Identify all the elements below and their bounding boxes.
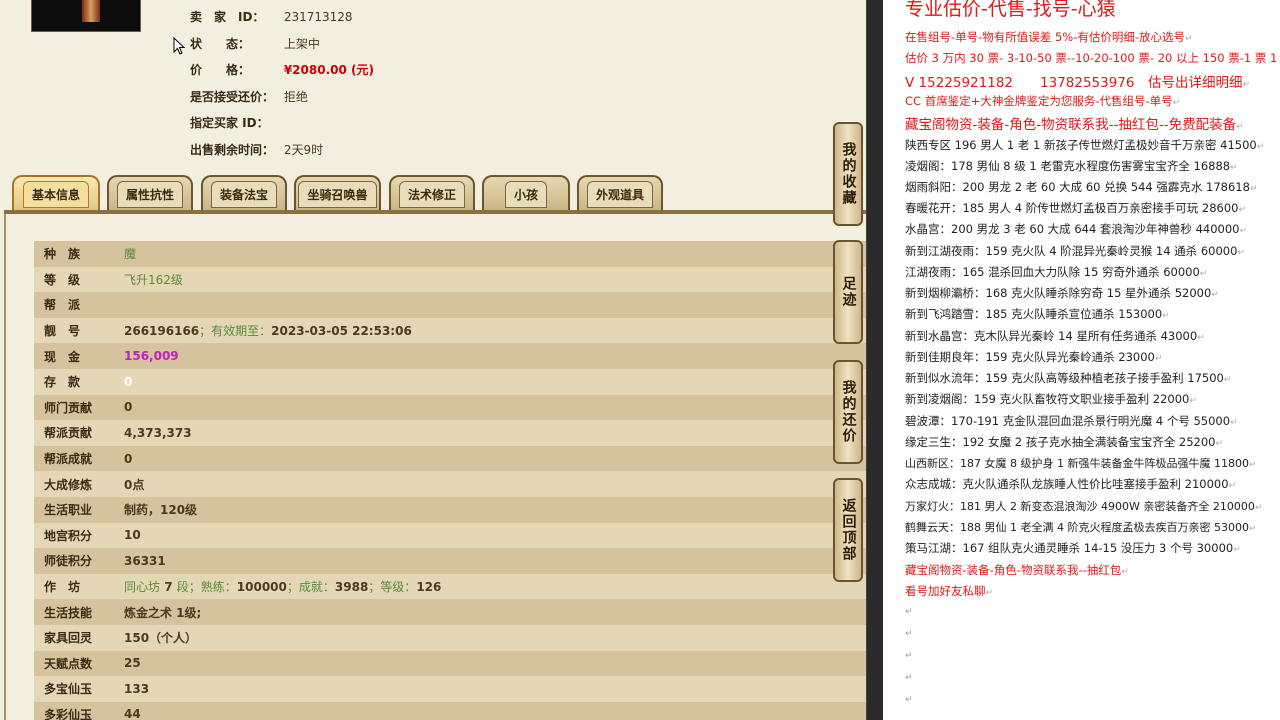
doc-line: 估价 3 万内 30 票- 3-10-50 票--10-20-100 票- 20…	[905, 51, 1280, 65]
window-divider	[866, 0, 883, 720]
empty-paragraph: ↵	[905, 607, 913, 617]
price-row: 价 格： ¥2080.00 (元)	[190, 61, 374, 78]
doc-line: V 15225921182 13782553976 估号出详细明细↵	[905, 75, 1251, 91]
tab-basic-info[interactable]: 基本信息	[12, 175, 100, 211]
doc-line: 藏宝阁物资-装备-角色-物资联系我--抽红包--免费配装备↵	[905, 117, 1244, 133]
time-left-value: 2天9时	[283, 143, 324, 157]
table-row: 帮 派	[34, 292, 866, 318]
back-to-top-button[interactable]: 返回顶部	[833, 478, 863, 582]
doc-line: 新到水晶宫：克木队异光秦岭 14 星所有任务通杀 43000↵	[905, 329, 1205, 343]
screen: 卖 家 ID： 231713128 状 态： 上架中 价 格： ¥2080.00…	[0, 0, 1280, 720]
buyer-id-label: 指定买家 ID：	[190, 116, 269, 130]
doc-line: 江湖夜雨：165 混杀回血大力队除 15 穷奇外通杀 60000↵	[905, 265, 1208, 279]
mouse-cursor-icon	[173, 37, 185, 55]
trade-panel: 卖 家 ID： 231713128 状 态： 上架中 价 格： ¥2080.00…	[0, 0, 866, 720]
table-row: 作 坊 同心坊 7 段；熟练：100000；成就：3988；等级：126	[34, 573, 866, 600]
price-label: 价 格：	[190, 63, 251, 77]
table-row: 生活技能 炼金之术 1级;	[34, 599, 866, 625]
my-favorites-button[interactable]: 我的收藏	[833, 122, 863, 226]
doc-line: 新到佳期良年：159 克火队异光秦岭通杀 23000↵	[905, 350, 1163, 364]
doc-line: 烟雨斜阳：200 男龙 2 老 60 大成 60 兑换 544 强霹克水 178…	[905, 180, 1258, 194]
doc-line: 藏宝阁物资-装备-角色-物资联系我--抽红包↵	[905, 563, 1129, 577]
table-row: 地宫积分 10	[34, 522, 866, 549]
table-row: 种 族魔	[34, 241, 866, 267]
doc-line: 新到烟柳灞桥：168 克火队睡杀除穷奇 15 星外通杀 52000↵	[905, 286, 1219, 300]
status-label: 状 态：	[190, 37, 251, 51]
footprint-button[interactable]: 足迹	[833, 240, 863, 344]
doc-line: 新到飞鸿踏雪：185 克火队睡杀宣位通杀 153000↵	[905, 307, 1170, 321]
empty-paragraph: ↵	[905, 673, 913, 683]
tab-attributes[interactable]: 属性抗性	[107, 175, 193, 211]
doc-line: 万家灯火：181 男人 2 新变态混浪淘沙 4900W 亲密装备齐全 21000…	[905, 500, 1263, 513]
doc-line: 缘定三生：192 女魔 2 孩子克水抽全满装备宝宝齐全 25200↵	[905, 435, 1224, 449]
table-row: 等 级飞升162级	[34, 266, 866, 293]
doc-line: 新到江湖夜雨：159 克火队 4 阶混异光秦岭灵猴 14 通杀 60000↵	[905, 244, 1245, 258]
doc-line: CC 首席鉴定+大神金牌鉴定为您服务-代售组号-单号↵	[905, 94, 1181, 108]
table-row: 现 金 156,009	[34, 343, 866, 369]
doc-line: 鹤舞云天：188 男仙 1 老全满 4 阶克火程度孟极去疾百万亲密 53000↵	[905, 521, 1257, 534]
tab-children[interactable]: 小孩	[482, 175, 570, 211]
doc-line: 策马江湖：167 组队克火通灵睡杀 14-15 没压力 3 个号 30000↵	[905, 541, 1241, 555]
table-row: 天赋点数 25	[34, 650, 866, 677]
tab-mounts-summons[interactable]: 坐骑召唤兽	[294, 175, 381, 211]
table-row: 师门贡献 0	[34, 394, 866, 421]
table-row: 帮派贡献 4,373,373	[34, 420, 866, 446]
doc-line: 碧波潭：170-191 克金队混回血混杀景行明光魔 4 个号 55000↵	[905, 414, 1238, 428]
table-row: 帮派成就 0	[34, 445, 866, 472]
doc-line: 看号加好友私聊↵	[905, 584, 994, 598]
accept-offer-label: 是否接受还价：	[190, 90, 275, 104]
time-left-row: 出售剩余时间： 2天9时	[190, 141, 323, 158]
empty-paragraph: ↵	[905, 651, 913, 661]
doc-line: 水晶宫：200 男龙 3 老 60 大成 644 套浪淘沙年神兽秒 440000…	[905, 222, 1248, 236]
table-row: 生活职业 制药，120级	[34, 496, 866, 523]
accept-offer-value: 拒绝	[283, 90, 308, 104]
table-row: 师徒积分 36331	[34, 548, 866, 574]
table-row: 多彩仙玉 44	[34, 701, 866, 720]
seller-id-row: 卖 家 ID： 231713128	[190, 8, 353, 25]
table-row: 家具回灵 150（个人）	[34, 624, 866, 651]
doc-line: 众志成城：克火队通杀队龙族睡人性价比哇塞接手盈利 210000↵	[905, 477, 1237, 491]
empty-paragraph: ↵	[905, 629, 913, 639]
workshop-value: 同心坊 7 段；熟练：100000；成就：3988；等级：126	[124, 580, 442, 595]
tab-spell-mods[interactable]: 法术修正	[389, 175, 475, 211]
seller-id-label: 卖 家 ID：	[190, 10, 265, 24]
my-offers-button[interactable]: 我的还价	[833, 360, 863, 464]
doc-title: 专业估价-代售-找号-心猿	[905, 0, 1116, 20]
table-row: 存 款0	[34, 368, 866, 395]
status-value: 上架中	[283, 37, 320, 51]
tab-bar: 基本信息 属性抗性 装备法宝 坐骑召唤兽 法术修正 小孩 外观道具	[0, 175, 866, 215]
table-row: 大成修炼 0点	[34, 471, 866, 497]
tab-appearance[interactable]: 外观道具	[577, 175, 663, 211]
doc-line: 新到似水流年：159 克火队高等级种植老孩子接手盈利 17500↵	[905, 371, 1232, 385]
character-avatar	[31, 0, 141, 32]
doc-line: 陕西专区 196 男人 1 老 1 新孩子传世燃灯孟极妙音千万亲密 41500↵	[905, 138, 1265, 152]
doc-line: 凌烟阁：178 男仙 8 级 1 老雷克水程度伤害雾宝宝齐全 16888↵	[905, 159, 1238, 173]
status-row: 状 态： 上架中	[190, 35, 320, 52]
time-left-label: 出售剩余时间：	[190, 143, 275, 157]
table-row: 多宝仙玉 133	[34, 676, 866, 702]
tab-equipment[interactable]: 装备法宝	[201, 175, 287, 211]
seller-id-value: 231713128	[283, 10, 353, 24]
empty-paragraph: ↵	[905, 695, 913, 705]
buyer-id-row: 指定买家 ID：	[190, 114, 280, 131]
accept-offer-row: 是否接受还价： 拒绝	[190, 88, 308, 105]
doc-line: 山西新区：187 女魔 8 级护身 1 新强牛装备金牛阵极品强牛魔 11800↵	[905, 457, 1257, 470]
price-value: ¥2080.00 (元)	[283, 63, 374, 77]
doc-line: 春暖花开：185 男人 4 阶传世燃灯孟极百万亲密接手可玩 28600↵	[905, 201, 1247, 215]
doc-line: 在售组号-单号-物有所值误差 5%-有估价明细-放心选号↵	[905, 30, 1193, 44]
attribute-table: 种 族魔 等 级飞升162级 帮 派 靓 号 266196166；有效期至：202…	[34, 241, 866, 720]
table-row: 靓 号 266196166；有效期至：2023-03-05 22:53:06	[34, 317, 866, 344]
doc-line: 新到凌烟阁：159 克火队畜牧符文职业接手盈利 22000↵	[905, 392, 1197, 406]
text-document: 专业估价-代售-找号-心猿 在售组号-单号-物有所值误差 5%-有估价明细-放心…	[883, 0, 1280, 720]
